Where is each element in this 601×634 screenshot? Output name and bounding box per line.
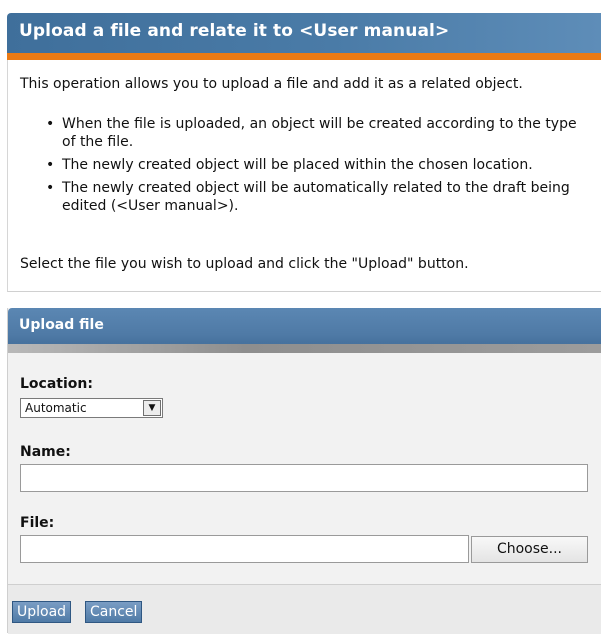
list-item: • When the file is uploaded, an object w… [46, 115, 591, 151]
button-bar: Upload Cancel [8, 584, 601, 634]
bullet-text: The newly created object will be placed … [62, 157, 533, 173]
bullet-icon: • [46, 180, 55, 196]
panel-title: Upload file [19, 317, 104, 333]
page-header: Upload a file and relate it to <User man… [7, 13, 601, 53]
location-select-value: Automatic [25, 401, 87, 415]
name-field[interactable] [20, 464, 588, 492]
intro-bullet-list: • When the file is uploaded, an object w… [46, 115, 591, 220]
panel-header-shadow [8, 344, 601, 353]
upload-button[interactable]: Upload [12, 601, 72, 623]
bullet-text: The newly created object will be automat… [62, 180, 570, 214]
location-label: Location: [20, 376, 93, 392]
intro-text: This operation allows you to upload a fi… [20, 76, 523, 92]
intro-panel: This operation allows you to upload a fi… [7, 60, 601, 292]
bullet-icon: • [46, 116, 55, 132]
bullet-text: When the file is uploaded, an object wil… [62, 116, 577, 150]
upload-file-panel: Upload file Location: Automatic ▼ Name: … [7, 308, 601, 634]
file-label: File: [20, 515, 55, 531]
bullet-icon: • [46, 157, 55, 173]
upload-related-file-page: Upload a file and relate it to <User man… [0, 0, 601, 634]
cancel-button[interactable]: Cancel [85, 601, 143, 623]
list-item: • The newly created object will be place… [46, 156, 591, 174]
header-accent-bar [7, 53, 601, 60]
list-item: • The newly created object will be autom… [46, 179, 591, 215]
name-label: Name: [20, 444, 71, 460]
page-title: Upload a file and relate it to <User man… [19, 21, 450, 41]
file-path-field[interactable] [20, 535, 469, 563]
instruction-text: Select the file you wish to upload and c… [20, 256, 469, 272]
chevron-down-icon[interactable]: ▼ [143, 400, 161, 416]
location-select[interactable]: Automatic ▼ [20, 398, 163, 418]
choose-file-button[interactable]: Choose... [471, 536, 588, 563]
